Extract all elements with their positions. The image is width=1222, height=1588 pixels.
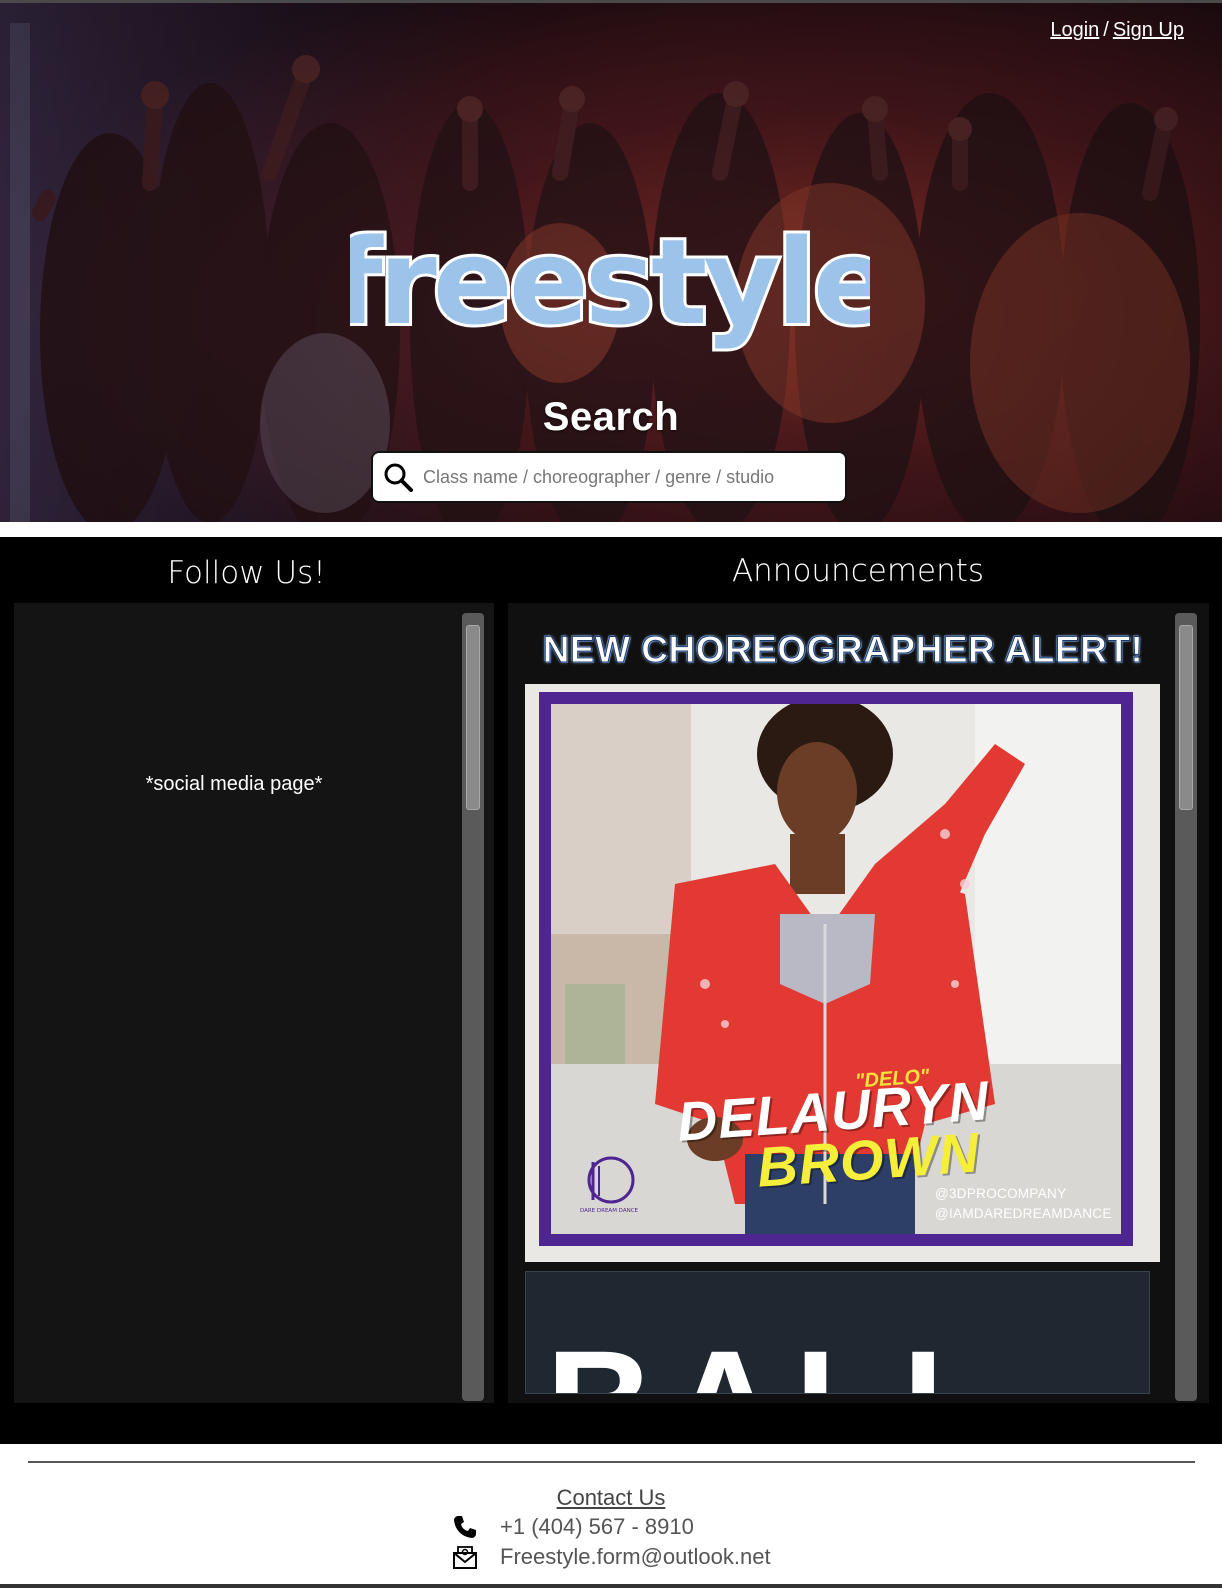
phone-number: +1 (404) 567 - 8910 [500, 1514, 694, 1539]
poster-handle-2: @IAMDAREDREAMDANCE [935, 1206, 1112, 1221]
next-announcement-card[interactable]: BALL [525, 1271, 1150, 1394]
poster-logo-caption: DARE DREAM DANCE [580, 1208, 639, 1214]
next-announcement-text: BALL [546, 1328, 1010, 1393]
social-media-panel[interactable]: *social media page* [14, 603, 494, 1403]
footer-divider [28, 1461, 1195, 1463]
poster-handle-1: @3DPROCOMPANY [935, 1186, 1067, 1201]
announcements-scroll-thumb[interactable] [1179, 625, 1193, 810]
dare-dream-dance-logo: DARE DREAM DANCE [580, 1156, 639, 1214]
signup-link[interactable]: Sign Up [1113, 19, 1184, 41]
contact-phone[interactable]: +1 (404) 567 - 8910 [452, 1514, 694, 1540]
freestyle-logo[interactable]: freestyle [350, 215, 870, 365]
login-link[interactable]: Login [1050, 19, 1099, 41]
phone-icon [454, 1516, 476, 1538]
search-bar[interactable] [371, 451, 847, 503]
contact-us-link[interactable]: Contact Us [0, 1485, 1222, 1511]
alert-heading: NEW CHOREOGRAPHER ALERT! [542, 629, 1144, 671]
bottom-bar [0, 1584, 1222, 1588]
announcements-title: Announcements [731, 553, 985, 589]
social-panel-scroll-thumb[interactable] [466, 625, 480, 810]
hero-banner: Login / Sign Up freestyle Search [0, 0, 1222, 522]
auth-links: Login / Sign Up [1050, 19, 1184, 42]
search-input[interactable] [421, 465, 825, 489]
search-heading: Search [542, 395, 680, 439]
social-media-placeholder: *social media page* [145, 773, 323, 795]
announcements-panel[interactable]: NEW CHOREOGRAPHER ALERT! DARE DREAM DANC… [508, 603, 1209, 1403]
email-icon [453, 1546, 477, 1569]
contact-email[interactable]: Freestyle.form@outlook.net [452, 1544, 771, 1570]
follow-us-title: Follow Us! [167, 555, 326, 591]
content-section: Follow Us! Announcements *social media p… [0, 537, 1222, 1444]
announcements-scrollbar[interactable] [1175, 613, 1197, 1401]
social-panel-scrollbar[interactable] [462, 613, 484, 1401]
choreographer-poster[interactable]: DARE DREAM DANCE "DELO" DELAURYN BROWN @… [525, 684, 1160, 1262]
email-address: Freestyle.form@outlook.net [500, 1544, 771, 1569]
search-icon [384, 463, 413, 492]
auth-separator: / [1103, 19, 1109, 41]
logo-text: freestyle [350, 215, 870, 351]
